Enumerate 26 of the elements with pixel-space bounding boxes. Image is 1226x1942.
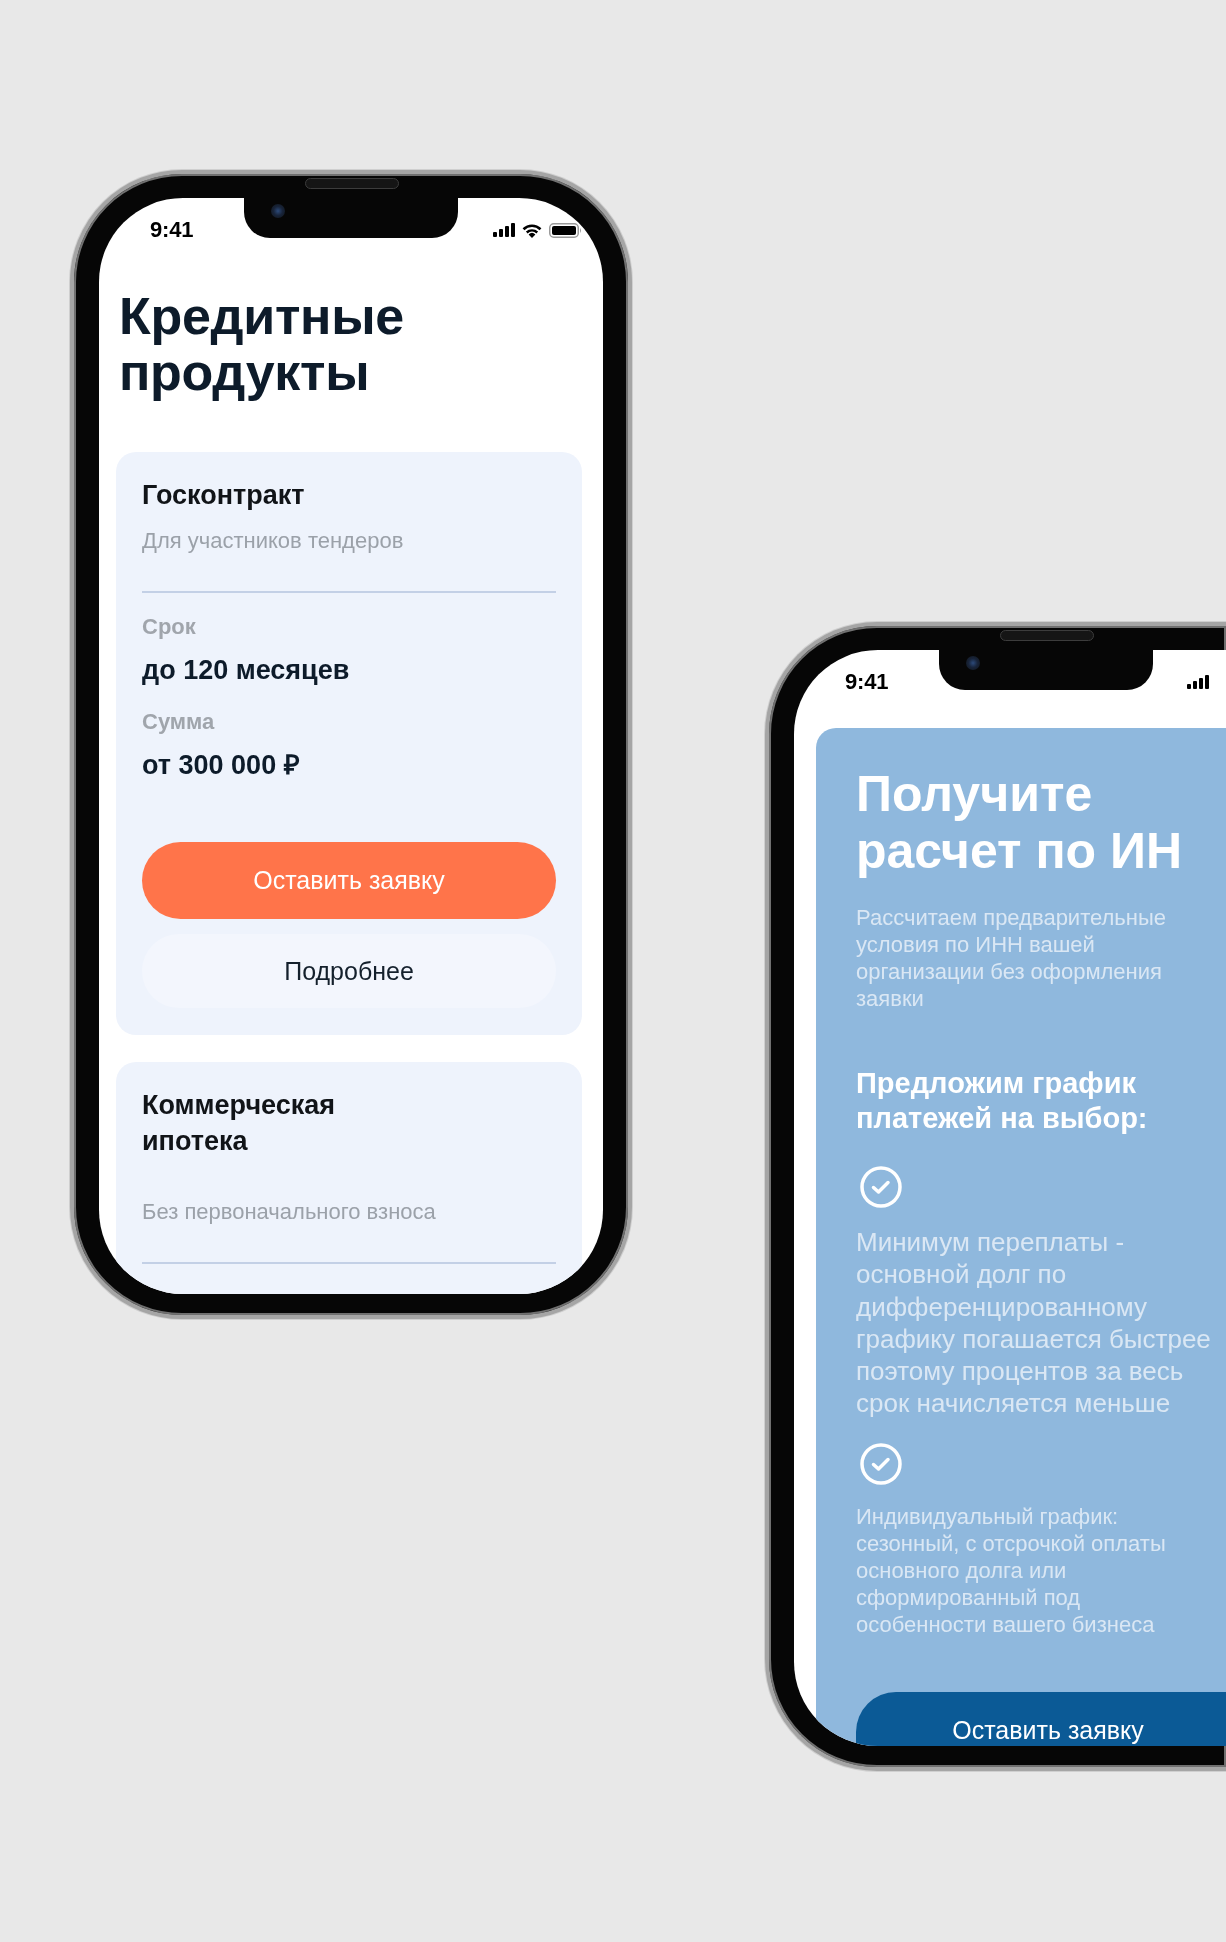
wifi-icon xyxy=(522,222,542,238)
card-subtitle: Для участников тендеров xyxy=(142,527,405,555)
promo-title: Получите расчет по ИН xyxy=(856,766,1184,880)
term-value: от 300 000 ₽ xyxy=(142,749,301,782)
battery-icon xyxy=(549,222,582,238)
promo-subheading: Предложим график платежей на выбор: xyxy=(856,1066,1149,1136)
camera-icon xyxy=(966,656,980,670)
signal-icon xyxy=(493,223,515,237)
check-circle-icon xyxy=(860,1442,902,1485)
benefit-text: Индивидуальный график: сезонный, с отсрочкой оплаты основного долга или сформированный под особенности вашего бизнеса xyxy=(856,1502,1166,1638)
term-label: Срок xyxy=(142,613,197,641)
term-label: Сумма xyxy=(142,708,216,736)
card-subtitle: Без первоначального взноса xyxy=(142,1198,437,1226)
benefit-text: Минимум переплаты - основной долг по дифференцированному графику погашается быстрее поэтому процентов за весь срок начисляется меньше xyxy=(856,1226,1211,1420)
check-circle-icon xyxy=(860,1166,902,1208)
camera-icon xyxy=(271,204,285,218)
page-title: Кредитные продукты xyxy=(119,288,405,400)
card-title: Госконтракт xyxy=(142,479,306,512)
promo-description: Рассчитаем предварительные условия по ИНН вашей организации без оформления заявки xyxy=(856,904,1167,1012)
status-time: 9:41 xyxy=(845,669,889,695)
details-button[interactable]: Подробнее xyxy=(142,934,556,1008)
term-value: до 120 месяцев xyxy=(142,654,351,687)
status-time: 9:41 xyxy=(150,217,194,243)
signal-icon xyxy=(1187,675,1209,689)
apply-button[interactable]: Оставить заявку xyxy=(856,1692,1226,1746)
card-title: Коммерческая ипотека xyxy=(142,1089,337,1158)
